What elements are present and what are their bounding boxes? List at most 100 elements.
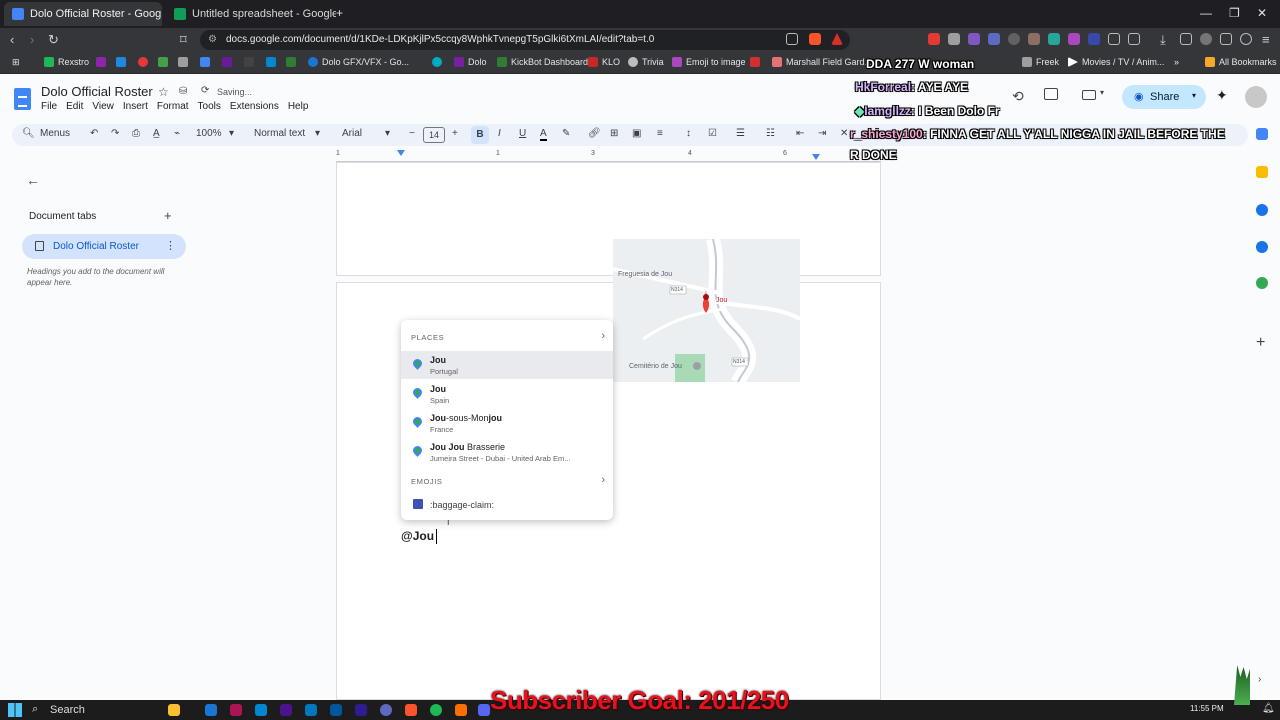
places-section-header[interactable]: PLACES <box>411 333 444 342</box>
bookmark-icon[interactable] <box>158 57 172 67</box>
line-spacing-icon[interactable]: ↕ <box>686 128 691 139</box>
more-options-icon[interactable]: ⋮ <box>165 239 176 252</box>
url-field[interactable]: ⚙ docs.google.com/document/d/1KDe-LDKpKj… <box>200 30 850 50</box>
chevron-right-icon[interactable]: › <box>601 330 605 342</box>
tab-dolo-roster[interactable]: Dolo Official Roster - Google Do ✕ <box>4 2 162 26</box>
increase-indent-icon[interactable]: ⇥ <box>818 128 826 139</box>
bookmark-trivia[interactable]: Trivia <box>628 57 664 67</box>
italic-button[interactable]: I <box>498 128 501 139</box>
search-menus-input[interactable]: Menus <box>40 128 70 139</box>
emojis-section-header[interactable]: EMOJIS <box>411 477 443 486</box>
bookmark-icon[interactable]: ⌑ <box>180 32 187 48</box>
taskbar-app-icon[interactable] <box>230 704 242 716</box>
taskbar-app-icon[interactable] <box>205 704 217 716</box>
apps-grid-icon[interactable]: ⊞ <box>12 57 20 68</box>
paint-format-icon[interactable]: ⌁ <box>174 128 180 139</box>
extension-icon[interactable] <box>968 33 980 45</box>
checklist-icon[interactable]: ☑ <box>708 128 717 139</box>
extension-icon[interactable] <box>1128 33 1140 45</box>
chevron-down-icon[interactable]: ▾ <box>385 128 390 139</box>
chevron-down-icon[interactable]: ▾ <box>1100 88 1104 97</box>
extension-icon[interactable] <box>988 33 1000 45</box>
back-arrow-icon[interactable]: ← <box>26 172 40 188</box>
chevron-right-icon[interactable]: › <box>601 474 605 486</box>
taskbar-app-icon[interactable] <box>430 704 442 716</box>
chevron-down-icon[interactable]: ▾ <box>229 128 234 139</box>
place-option[interactable]: Jou Portugal <box>401 351 613 379</box>
bookmark-dolo[interactable]: Dolo <box>454 57 487 67</box>
taskbar-app-icon[interactable] <box>478 704 490 716</box>
extension-icon[interactable] <box>1008 33 1020 45</box>
site-info-icon[interactable]: ⚙ <box>208 30 217 50</box>
sidebar-icon[interactable] <box>1180 33 1192 45</box>
horizontal-ruler[interactable]: 1 1 3 4 6 <box>336 150 881 162</box>
redo-icon[interactable]: ↷ <box>111 128 119 139</box>
bookmark-dolo-gfx[interactable]: Dolo GFX/VFX - Go... <box>308 57 409 67</box>
extension-icon[interactable] <box>928 33 940 45</box>
menu-edit[interactable]: Edit <box>66 101 83 112</box>
underline-button[interactable]: U <box>519 128 526 139</box>
bookmark-icon[interactable] <box>138 57 152 67</box>
menu-tools[interactable]: Tools <box>198 101 221 112</box>
maps-icon[interactable] <box>1256 277 1268 289</box>
emoji-option[interactable]: :baggage-claim: <box>401 492 613 516</box>
taskbar-app-icon[interactable] <box>305 704 317 716</box>
align-icon[interactable]: ≡ <box>657 128 663 139</box>
meet-icon[interactable] <box>1082 90 1096 100</box>
indent-marker-icon[interactable] <box>397 150 405 156</box>
bookmark-icon[interactable] <box>222 57 236 67</box>
docs-logo-icon[interactable] <box>14 88 31 110</box>
bookmark-freek[interactable]: Freek <box>1022 57 1059 67</box>
search-icon[interactable]: ⌕ <box>32 703 38 716</box>
menu-format[interactable]: Format <box>157 101 189 112</box>
taskbar-search[interactable]: Search <box>50 704 85 716</box>
extension-icon[interactable] <box>1028 33 1040 45</box>
chevron-right-icon[interactable]: » <box>1174 57 1179 67</box>
share-button[interactable]: ◉ Share ▾ <box>1122 85 1206 109</box>
menu-help[interactable]: Help <box>288 101 309 112</box>
place-option[interactable]: Jou Spain <box>401 380 613 408</box>
bookmark-klo[interactable]: KLO <box>588 57 620 67</box>
extension-icon[interactable] <box>1068 33 1080 45</box>
typed-mention-text[interactable]: @Jou <box>401 529 434 543</box>
bookmark-emoji-to-image[interactable]: Emoji to image <box>672 57 746 67</box>
maximize-icon[interactable]: ❐ <box>1229 6 1240 20</box>
tasks-icon[interactable] <box>1256 204 1268 216</box>
notifications-icon[interactable]: 🔔︎ <box>1262 703 1275 714</box>
star-icon[interactable]: ☆ <box>158 85 169 99</box>
add-addon-icon[interactable]: + <box>1256 334 1265 352</box>
version-history-icon[interactable]: ⟲ <box>1012 88 1024 105</box>
sidebar-item-dolo-official-roster[interactable]: Dolo Official Roster ⋮ <box>22 234 186 259</box>
taskbar-app-icon[interactable] <box>455 704 467 716</box>
clock[interactable]: 11:55 PM <box>1190 704 1224 713</box>
bookmark-icon[interactable] <box>244 57 258 67</box>
keep-icon[interactable] <box>1256 166 1268 178</box>
highlight-icon[interactable]: ✎ <box>562 128 570 139</box>
taskbar-app-icon[interactable] <box>355 704 367 716</box>
style-select[interactable]: Normal text <box>254 128 305 139</box>
taskbar-app-icon[interactable] <box>168 704 180 716</box>
menu-view[interactable]: View <box>92 101 114 112</box>
tab-untitled-spreadsheet[interactable]: Untitled spreadsheet - Google Sheets <box>166 2 336 26</box>
print-icon[interactable]: ⎙ <box>132 128 140 139</box>
calendar-icon[interactable] <box>1256 128 1268 140</box>
bookmark-rexstro[interactable]: Rexstro <box>44 57 89 67</box>
contacts-icon[interactable] <box>1256 241 1268 253</box>
bullet-list-icon[interactable]: ☰ <box>736 128 745 139</box>
bookmark-icon[interactable] <box>750 57 764 67</box>
bookmark-icon[interactable] <box>432 57 446 67</box>
bookmark-icon[interactable] <box>200 57 214 67</box>
bookmark-icon[interactable] <box>178 57 192 67</box>
spellcheck-icon[interactable]: A̲ <box>153 128 160 139</box>
reload-icon[interactable]: ↻ <box>48 32 59 48</box>
bookmark-icon[interactable] <box>266 57 280 67</box>
bookmark-icon[interactable] <box>116 57 130 67</box>
forward-icon[interactable]: › <box>30 32 34 47</box>
zoom-select[interactable]: 100% <box>196 128 222 139</box>
bookmark-movies[interactable]: Movies / TV / Anim... <box>1068 57 1164 67</box>
menu-extensions[interactable]: Extensions <box>230 101 279 112</box>
back-icon[interactable]: ‹ <box>10 32 14 47</box>
menu-icon[interactable]: ≡ <box>1262 32 1270 47</box>
bookmark-icon[interactable] <box>96 57 110 67</box>
minimize-icon[interactable]: — <box>1200 6 1212 20</box>
